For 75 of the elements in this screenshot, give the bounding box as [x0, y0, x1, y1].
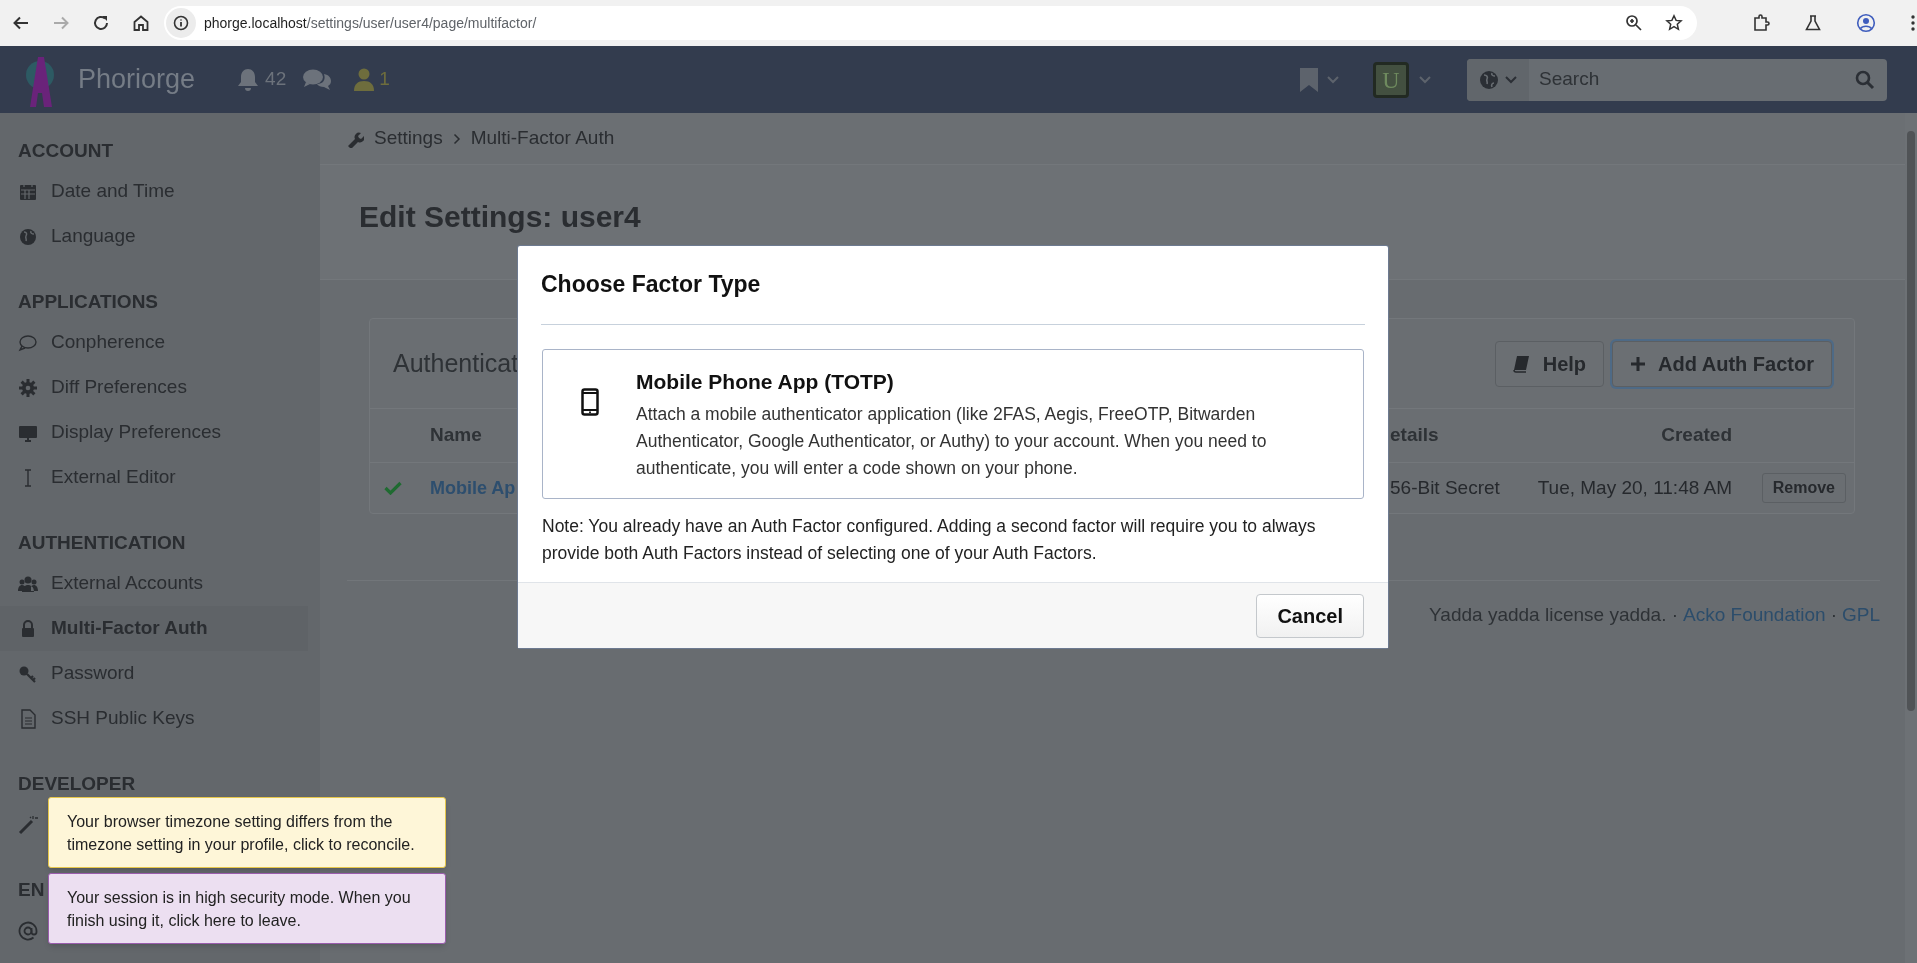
- sidebar-item[interactable]: Language: [0, 214, 308, 259]
- notification-count: 42: [265, 67, 287, 92]
- star-icon[interactable]: [1665, 14, 1683, 32]
- search-input[interactable]: Search: [1529, 65, 1855, 94]
- column-header: Created: [1661, 424, 1732, 446]
- column-header: Name: [430, 424, 482, 446]
- magic-wand-icon[interactable]: [18, 814, 38, 835]
- bookmark-icon: [1299, 66, 1319, 93]
- at-sign-icon[interactable]: [18, 920, 38, 941]
- back-icon[interactable]: [12, 14, 30, 32]
- reload-icon[interactable]: [92, 14, 110, 32]
- caret-icon: [1505, 75, 1517, 84]
- table-cell: 56-Bit Secret: [1390, 476, 1500, 498]
- footer-link[interactable]: Acko Foundation: [1683, 601, 1826, 630]
- document-icon: [18, 708, 38, 729]
- panel-title: Authenticat: [393, 347, 519, 379]
- gear-icon: [18, 377, 38, 398]
- user-count: 1: [379, 67, 390, 92]
- table-cell-text: Tue, May 20, 11:48 AM: [1536, 475, 1732, 500]
- app-name[interactable]: Phoriorge: [78, 59, 196, 100]
- section-heading: DEVELOPER: [18, 771, 136, 796]
- caret-icon: [1327, 75, 1339, 84]
- section-heading: EN: [18, 877, 45, 902]
- sidebar-item[interactable]: Conpherence: [0, 320, 308, 365]
- footer-text: Yadda yadda license yadda. ·: [1429, 603, 1679, 627]
- sidebar-item[interactable]: Date and Time: [0, 169, 308, 214]
- home-icon[interactable]: [132, 14, 150, 32]
- extensions-icon[interactable]: [1752, 14, 1770, 32]
- factor-option[interactable]: [542, 348, 1364, 499]
- scrollbar[interactable]: [1905, 113, 1917, 963]
- option-title: Mobile Phone App (TOTP): [636, 368, 895, 395]
- factor-link[interactable]: Mobile Ap: [430, 477, 516, 498]
- footer-link[interactable]: GPL: [1841, 601, 1880, 630]
- breadcrumb-link[interactable]: Multi-Factor Auth: [470, 124, 615, 153]
- caret-icon: [1419, 75, 1431, 84]
- user-menu[interactable]: U: [1373, 61, 1431, 98]
- notification-toast[interactable]: Your session is in high security mode. When you finish using it, click here to leave.: [48, 873, 446, 944]
- sidebar-item[interactable]: External Editor: [0, 455, 308, 500]
- globe-icon: [18, 226, 38, 247]
- footer-text: ·: [1830, 603, 1837, 627]
- section-heading: ACCOUNT: [18, 138, 113, 163]
- sidebar-item[interactable]: SSH Public Keys: [0, 696, 308, 741]
- address-bar[interactable]: phorge.localhost/settings/user/user4/page/multifactor/: [164, 6, 1697, 40]
- flask-icon[interactable]: [1804, 14, 1822, 32]
- page-title: Edit Settings: user4: [359, 198, 641, 235]
- plus-icon: [1630, 355, 1647, 372]
- url-text[interactable]: phorge.localhost/settings/user/user4/page/multifactor/: [204, 12, 537, 34]
- search-field[interactable]: Search: [1467, 58, 1887, 101]
- book-icon: [1512, 354, 1531, 373]
- profile-icon[interactable]: [1856, 13, 1876, 33]
- remove-button[interactable]: Remove: [1761, 473, 1846, 503]
- column-header: etails: [1390, 424, 1439, 446]
- help-button[interactable]: Help: [1494, 340, 1605, 387]
- section-heading: AUTHENTICATION: [18, 530, 186, 555]
- zoom-icon[interactable]: [1625, 14, 1643, 32]
- chevron-icon: [452, 132, 461, 145]
- option-description: Attach a mobile authenticator application (like 2FAS, Aegis, FreeOTP, Bitwarden Authenticator, Google Authenticator, or Authy) to your account. When you need to authenticate, you will enter a code shown on your phone.: [636, 403, 1268, 480]
- sidebar-item[interactable]: Display Preferences: [0, 410, 308, 455]
- section-heading: APPLICATIONS: [18, 289, 159, 314]
- sidebar-item[interactable]: Password: [0, 651, 308, 696]
- sidebar-item[interactable]: External Accounts: [0, 561, 308, 606]
- notification-toast[interactable]: Your browser timezone setting differs from the timezone setting in your profile, click to reconcile.: [48, 797, 446, 868]
- breadcrumb-link[interactable]: Settings: [374, 124, 443, 153]
- site-info-icon[interactable]: [173, 15, 189, 31]
- search-icon[interactable]: [1855, 69, 1875, 90]
- phone-icon: [580, 387, 599, 416]
- avatar: U: [1373, 61, 1409, 98]
- menu-icon[interactable]: [1910, 14, 1916, 32]
- add-button[interactable]: Add Auth Factor: [1612, 340, 1832, 387]
- dialog-note: Note: You already have an Auth Factor configured. Adding a second factor will require you to always provide both Auth Factors instead of selecting one of your Auth Factors.: [541, 515, 1317, 565]
- globe-icon: [1479, 69, 1499, 90]
- sidebar-item[interactable]: Diff Preferences: [0, 365, 308, 410]
- speech-bubble-icon: [18, 332, 38, 353]
- cancel-button[interactable]: Cancel: [1256, 593, 1364, 638]
- dialog-title: Choose Factor Type: [541, 270, 762, 299]
